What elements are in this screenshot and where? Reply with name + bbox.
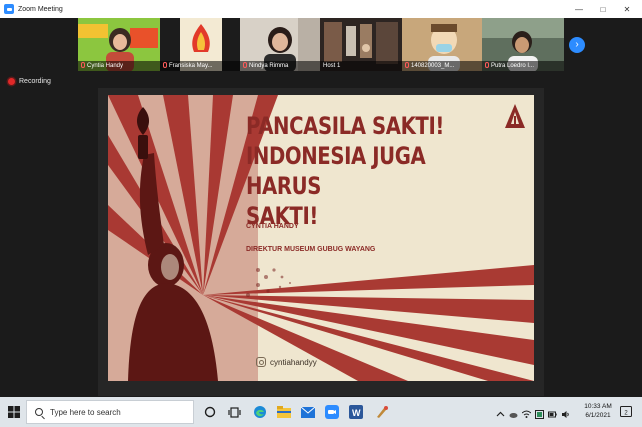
- participant-name: Putra Loedro I...: [482, 61, 564, 71]
- participant-tile[interactable]: Putra Loedro I...: [482, 18, 564, 71]
- paint-icon[interactable]: [374, 404, 390, 420]
- museum-logo-icon: [505, 104, 525, 128]
- notifications-icon[interactable]: 2: [620, 405, 632, 417]
- presenter-role: DIREKTUR MUSEUM GUBUG WAYANG: [246, 246, 376, 253]
- word-icon[interactable]: W: [348, 404, 364, 420]
- task-view-icon[interactable]: [226, 404, 242, 420]
- record-icon: [8, 78, 15, 85]
- maximize-button[interactable]: □: [592, 0, 614, 18]
- social-handle: cyntiahandyy: [256, 357, 317, 367]
- windows-taskbar: W 10:33 AM 6/1/2021 2: [0, 397, 642, 427]
- participant-name: Nindya Rimma: [240, 61, 322, 71]
- recording-indicator: Recording: [8, 78, 51, 85]
- next-participants-button[interactable]: ›: [569, 37, 585, 53]
- minimize-button[interactable]: —: [568, 0, 590, 18]
- clock-time: 10:33 AM: [584, 403, 612, 410]
- meeting-stage: Cyntia Handy Fransiska May... Nindya Rim…: [0, 18, 642, 397]
- participant-tile[interactable]: Host 1: [320, 18, 402, 71]
- participant-name: Host 1: [320, 61, 402, 71]
- participant-tile[interactable]: Cyntia Handy: [78, 18, 160, 71]
- window-title: Zoom Meeting: [18, 5, 63, 13]
- close-button[interactable]: ✕: [616, 0, 638, 18]
- slide-title: PANCASILA SAKTI! INDONESIA JUGA HARUS SA…: [246, 111, 467, 231]
- cortana-icon[interactable]: [202, 404, 218, 420]
- mic-muted-icon: [485, 62, 489, 68]
- svg-text:W: W: [352, 408, 361, 418]
- tray-chevron-icon[interactable]: [496, 406, 505, 417]
- battery-icon[interactable]: [548, 406, 557, 418]
- shared-screen: PANCASILA SAKTI! INDONESIA JUGA HARUS SA…: [98, 88, 544, 396]
- mic-muted-icon: [81, 62, 85, 68]
- mic-muted-icon: [163, 62, 167, 68]
- presentation-slide: PANCASILA SAKTI! INDONESIA JUGA HARUS SA…: [108, 95, 534, 381]
- zoom-logo-icon: [4, 4, 14, 14]
- recording-label: Recording: [19, 78, 51, 85]
- zoom-icon[interactable]: [324, 404, 340, 420]
- mail-icon[interactable]: [300, 404, 316, 420]
- file-explorer-icon[interactable]: [276, 404, 292, 420]
- windows-start-icon[interactable]: [6, 404, 22, 420]
- participant-strip: Cyntia Handy Fransiska May... Nindya Rim…: [0, 18, 642, 72]
- search-input[interactable]: [50, 407, 190, 417]
- taskbar-search[interactable]: [26, 400, 194, 424]
- chevron-right-icon: ›: [575, 39, 579, 50]
- tray-app-icon[interactable]: [535, 406, 544, 419]
- onedrive-icon[interactable]: [509, 406, 518, 418]
- window-titlebar: Zoom Meeting — □ ✕: [0, 0, 642, 18]
- network-icon[interactable]: [521, 406, 532, 418]
- participant-name: 140820003_M...: [402, 61, 484, 71]
- participant-tile[interactable]: 140820003_M...: [402, 18, 484, 71]
- instagram-icon: [256, 357, 266, 367]
- speaker-icon[interactable]: [561, 406, 570, 418]
- notification-count: 2: [624, 411, 628, 417]
- slide-title-line: PANCASILA SAKTI!: [246, 112, 444, 140]
- participant-name: Cyntia Handy: [78, 61, 160, 71]
- search-icon: [35, 408, 43, 416]
- participant-tile[interactable]: Nindya Rimma: [240, 18, 322, 71]
- taskbar-clock[interactable]: 10:33 AM 6/1/2021: [580, 402, 616, 420]
- mic-muted-icon: [243, 62, 247, 68]
- edge-icon[interactable]: [252, 404, 268, 420]
- participant-name: Fransiska May...: [160, 61, 242, 71]
- clock-date: 6/1/2021: [585, 412, 611, 419]
- participant-tile[interactable]: Fransiska May...: [160, 18, 242, 71]
- handle-text: cyntiahandyy: [270, 357, 317, 367]
- mic-muted-icon: [405, 62, 409, 68]
- slide-title-line: INDONESIA JUGA HARUS: [246, 142, 426, 200]
- presenter-name: CYNTIA HANDY: [246, 223, 299, 230]
